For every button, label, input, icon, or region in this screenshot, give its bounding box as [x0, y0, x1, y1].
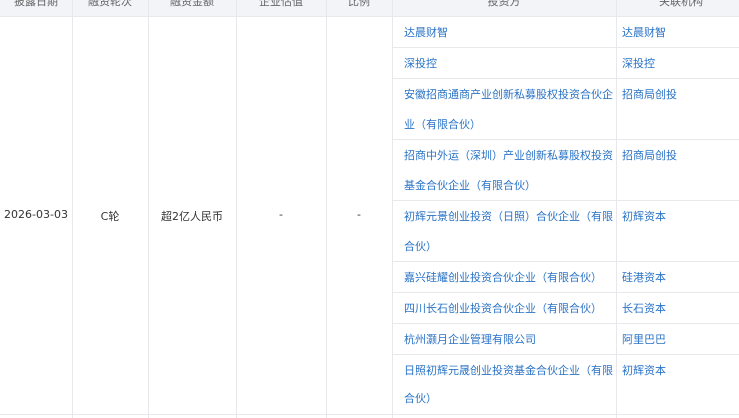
- column-divider: [616, 0, 617, 418]
- related-institution-link[interactable]: 硅港资本: [622, 262, 666, 293]
- investor-link[interactable]: 安徽招商通商产业创新私募股权投资合伙企: [404, 79, 614, 110]
- investor-link[interactable]: 初辉元景创业投资（日照）合伙企业（有限: [404, 201, 614, 232]
- investor-link[interactable]: 招商中外运（深圳）产业创新私募股权投资: [404, 140, 614, 171]
- header-ratio: 比例: [348, 0, 370, 8]
- related-institution-link[interactable]: 招商局创投: [622, 140, 677, 171]
- header-date: 披露日期: [14, 0, 58, 8]
- related-institution-link[interactable]: 阿里巴巴: [622, 324, 666, 355]
- related-institution-link[interactable]: 达晨财智: [622, 17, 666, 48]
- column-divider: [392, 0, 393, 418]
- ratio-value: -: [357, 208, 361, 221]
- investor-link[interactable]: 杭州灏月企业管理有限公司: [404, 324, 614, 355]
- header-related: 关联机构: [659, 0, 703, 8]
- related-institution-link[interactable]: 初辉资本: [622, 201, 666, 232]
- investor-link[interactable]: 日照初辉元晟创业投资基金合伙企业（有限: [404, 355, 614, 386]
- investor-link-continued[interactable]: 合伙）: [404, 231, 614, 262]
- header-amount: 融资金额: [170, 0, 214, 8]
- header-valuation: 企业估值: [259, 0, 303, 8]
- related-institution-link[interactable]: 长石资本: [622, 293, 666, 324]
- investor-link[interactable]: 嘉兴硅耀创业投资合伙企业（有限合伙）: [404, 262, 614, 293]
- funding-amount: 超2亿人民币: [161, 210, 223, 223]
- related-institution-link[interactable]: 深投控: [622, 48, 655, 79]
- header-investors: 投资方: [487, 0, 521, 8]
- table-header: 披露日期 融资轮次 融资金额 企业估值 比例 投资方 关联机构: [0, 0, 739, 17]
- related-institution-link[interactable]: 招商局创投: [622, 79, 677, 110]
- investor-link-continued[interactable]: 基金合伙企业（有限合伙）: [404, 170, 614, 201]
- related-institution-link[interactable]: 初辉资本: [622, 355, 666, 386]
- funding-round: C轮: [100, 210, 120, 223]
- investor-link[interactable]: 四川长石创业投资合伙企业（有限合伙）: [404, 293, 614, 324]
- investor-link[interactable]: 深投控: [404, 48, 614, 79]
- disclosure-date: 2026-03-03: [4, 208, 68, 221]
- investor-link-continued[interactable]: 业（有限合伙）: [404, 109, 614, 140]
- valuation-value: -: [279, 208, 283, 221]
- header-round: 融资轮次: [88, 0, 132, 8]
- investor-link-continued[interactable]: 合伙）: [404, 383, 614, 414]
- table-bottom-border: [0, 414, 739, 415]
- investor-link[interactable]: 达晨财智: [404, 17, 614, 48]
